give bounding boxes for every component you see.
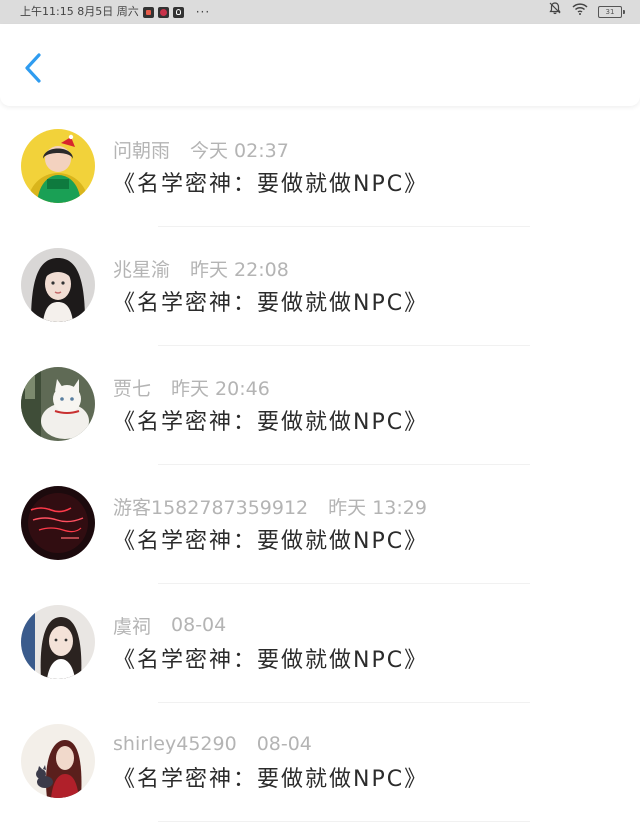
avatar[interactable] bbox=[21, 605, 95, 679]
avatar[interactable] bbox=[21, 248, 95, 322]
status-right: 31 bbox=[548, 0, 625, 24]
avatar[interactable] bbox=[21, 724, 95, 798]
avatar[interactable] bbox=[21, 367, 95, 441]
comment-text: 《名学密神：要做就做NPC》 bbox=[113, 410, 429, 435]
list-item[interactable]: 贾七 昨天 20:46 《名学密神：要做就做NPC》 bbox=[0, 346, 640, 465]
notification-app-icon bbox=[142, 6, 154, 18]
chevron-left-icon bbox=[25, 53, 41, 83]
timestamp: 昨天 13:29 bbox=[328, 496, 427, 519]
username[interactable]: 游客1582787359912 bbox=[113, 493, 308, 520]
username[interactable]: 贾七 bbox=[113, 374, 151, 401]
username[interactable]: 问朝雨 bbox=[113, 136, 170, 163]
username[interactable]: 虞祠 bbox=[113, 612, 151, 639]
wifi-icon bbox=[572, 0, 588, 24]
battery-icon: 31 bbox=[598, 6, 625, 18]
timestamp: 昨天 20:46 bbox=[171, 377, 270, 400]
timestamp: 昨天 22:08 bbox=[190, 258, 289, 281]
comment-meta: shirley45290 08-04 bbox=[113, 731, 312, 757]
username[interactable]: 兆星渝 bbox=[113, 255, 170, 282]
comment-meta: 虞祠 08-04 bbox=[113, 612, 226, 638]
avatar[interactable] bbox=[21, 486, 95, 560]
back-button[interactable] bbox=[18, 50, 50, 86]
list-item[interactable]: 游客1582787359912 昨天 13:29 《名学密神：要做就做NPC》 bbox=[0, 465, 640, 584]
list-item[interactable]: shirley45290 08-04 《名学密神：要做就做NPC》 bbox=[0, 703, 640, 822]
list-item[interactable]: 兆星渝 昨天 22:08 《名学密神：要做就做NPC》 bbox=[0, 227, 640, 346]
comment-meta: 贾七 昨天 20:46 bbox=[113, 374, 270, 400]
list-item[interactable]: 问朝雨 今天 02:37 《名学密神：要做就做NPC》 bbox=[0, 108, 640, 227]
header-bar bbox=[0, 24, 640, 106]
comment-meta: 问朝雨 今天 02:37 bbox=[113, 136, 289, 162]
notification-app-icon bbox=[157, 6, 169, 18]
notification-app-icon bbox=[172, 6, 184, 18]
comment-meta: 游客1582787359912 昨天 13:29 bbox=[113, 493, 427, 519]
timestamp: 08-04 bbox=[256, 733, 312, 755]
comment-text: 《名学密神：要做就做NPC》 bbox=[113, 767, 429, 792]
more-notifications-icon: ··· bbox=[195, 5, 211, 19]
timestamp: 今天 02:37 bbox=[190, 139, 289, 162]
comment-list: 问朝雨 今天 02:37 《名学密神：要做就做NPC》 兆星渝 昨天 22:08… bbox=[0, 108, 640, 822]
mute-bell-icon bbox=[548, 0, 562, 24]
comment-text: 《名学密神：要做就做NPC》 bbox=[113, 648, 429, 673]
comment-text: 《名学密神：要做就做NPC》 bbox=[113, 529, 429, 554]
timestamp: 08-04 bbox=[171, 614, 227, 636]
list-item[interactable]: 虞祠 08-04 《名学密神：要做就做NPC》 bbox=[0, 584, 640, 703]
comment-text: 《名学密神：要做就做NPC》 bbox=[113, 291, 429, 316]
status-left: 上午11:15 8月5日 周六 ··· bbox=[20, 0, 210, 24]
comment-text: 《名学密神：要做就做NPC》 bbox=[113, 172, 429, 197]
status-bar: 上午11:15 8月5日 周六 ··· 31 bbox=[0, 0, 640, 24]
avatar[interactable] bbox=[21, 129, 95, 203]
username[interactable]: shirley45290 bbox=[113, 733, 237, 755]
comment-meta: 兆星渝 昨天 22:08 bbox=[113, 255, 289, 281]
status-time-date: 上午11:15 8月5日 周六 bbox=[20, 5, 139, 18]
